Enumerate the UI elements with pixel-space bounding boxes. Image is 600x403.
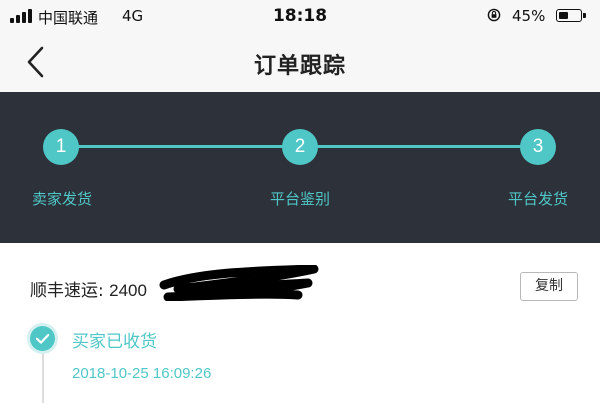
tracking-details: 顺丰速运: 2400 复制 买家已收货 2018-10-25 16:09:26: [0, 243, 600, 403]
battery-icon: [556, 9, 586, 22]
check-icon: [30, 326, 55, 351]
status-bar: 中国联通 4G 18:18 45%: [0, 0, 600, 32]
redaction-scribble: [159, 265, 319, 301]
rotation-lock-icon: [487, 8, 501, 22]
page-title: 订单跟踪: [253, 54, 346, 79]
event-status: 买家已收货: [72, 332, 157, 352]
courier-row: 顺丰速运: 2400: [30, 276, 147, 301]
step-2-circle: 2: [282, 129, 318, 165]
tracking-number: 2400: [109, 281, 147, 300]
courier-label: 顺丰速运:: [30, 281, 104, 301]
step-3-circle: 3: [520, 129, 556, 165]
navigation-bar: 订单跟踪: [0, 32, 600, 92]
step-1-label: 卖家发货: [31, 190, 93, 208]
event-time: 2018-10-25 16:09:26: [72, 365, 212, 382]
order-progress-panel: 1 2 3 卖家发货 平台鉴别 平台发货: [0, 92, 600, 243]
battery-percentage: 45%: [512, 7, 546, 25]
status-time: 18:18: [272, 6, 328, 26]
step-3-label: 平台发货: [507, 190, 569, 208]
step-2-label: 平台鉴别: [269, 190, 331, 208]
copy-button[interactable]: 复制: [520, 272, 578, 301]
timeline-line: [42, 351, 44, 403]
step-1-circle: 1: [43, 129, 79, 165]
